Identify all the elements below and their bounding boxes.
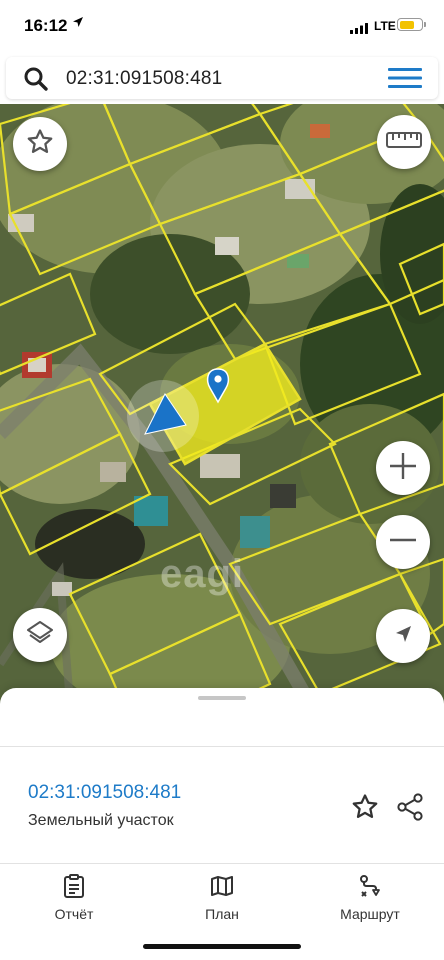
favorite-star-button[interactable] [13, 117, 67, 171]
home-indicator [143, 944, 301, 949]
status-time: 16:12 [24, 16, 68, 35]
layers-icon [25, 618, 55, 653]
star-icon [25, 127, 55, 162]
zoom-out-button[interactable] [376, 515, 430, 569]
search-input[interactable]: 02:31:091508:481 [66, 68, 222, 90]
zoom-in-icon [388, 451, 418, 486]
parcel-type-label: Земельный участок [28, 812, 174, 829]
favorite-star-icon[interactable] [350, 792, 380, 827]
ruler-button[interactable] [377, 115, 431, 169]
map-watermark: eagi [160, 552, 245, 596]
battery-icon [397, 18, 423, 31]
status-bar: 16:12 LTE [0, 0, 444, 54]
location-arrow-icon [72, 16, 84, 31]
map-view[interactable]: eagi [0, 104, 444, 704]
search-icon[interactable] [22, 65, 50, 98]
battery-cap [424, 22, 426, 27]
menu-icon[interactable] [388, 67, 422, 94]
satellite-map [0, 104, 444, 704]
clipboard-icon [14, 874, 134, 898]
network-type: LTE [374, 19, 396, 33]
sheet-drag-handle[interactable] [198, 696, 246, 700]
signal-icon [350, 21, 368, 39]
tab-report[interactable]: Отчёт [14, 874, 134, 922]
tab-plan[interactable]: План [162, 874, 282, 922]
bottom-tab-bar: Отчёт План Маршрут [0, 864, 444, 932]
navigate-button[interactable] [376, 609, 430, 663]
search-bar[interactable]: 02:31:091508:481 [6, 57, 438, 99]
tab-route[interactable]: Маршрут [310, 874, 430, 922]
ruler-icon [386, 130, 422, 155]
tab-route-label: Маршрут [340, 906, 400, 922]
battery-level [399, 20, 415, 29]
share-icon[interactable] [395, 792, 425, 827]
tab-report-label: Отчёт [54, 906, 94, 922]
navigate-arrow-icon [391, 622, 415, 651]
parcel-bottom-sheet[interactable]: 02:31:091508:481 Земельный участок Отчёт… [0, 688, 444, 960]
zoom-in-button[interactable] [376, 441, 430, 495]
zoom-out-icon [388, 525, 418, 560]
sheet-divider-top [0, 746, 444, 747]
parcel-cadastral-number[interactable]: 02:31:091508:481 [28, 782, 181, 804]
layers-button[interactable] [13, 608, 67, 662]
tab-plan-label: План [205, 906, 239, 922]
map-book-icon [162, 874, 282, 898]
route-icon [310, 874, 430, 898]
